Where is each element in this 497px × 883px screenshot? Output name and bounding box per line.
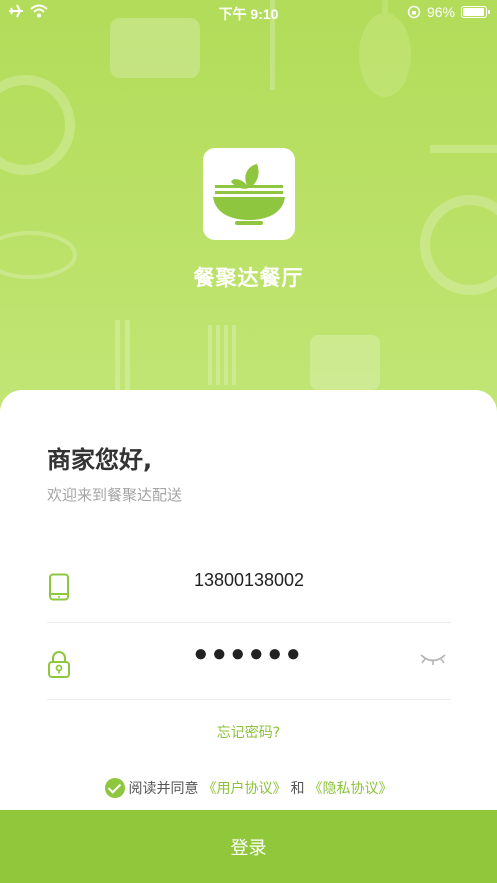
- hero-background: 下午 9:10 96% 餐聚达餐厅: [0, 0, 497, 420]
- agreement-prefix: 阅读并同意: [128, 781, 199, 797]
- greeting-subtitle: 欢迎来到餐聚达配送: [47, 486, 183, 504]
- battery-percent: 96%: [426, 4, 455, 20]
- lock-icon: [48, 651, 70, 678]
- forgot-password-link[interactable]: 忘记密码?: [0, 722, 497, 742]
- eye-closed-icon[interactable]: [419, 652, 447, 666]
- greeting-title: 商家您好,: [47, 446, 153, 474]
- login-button[interactable]: 登录: [0, 810, 497, 883]
- app-logo: [203, 148, 295, 240]
- password-field[interactable]: ●●●●●●: [47, 622, 451, 700]
- agreement-checkbox[interactable]: [104, 778, 125, 798]
- privacy-agreement-link[interactable]: 《隐私协议》: [309, 778, 393, 798]
- status-bar: 下午 9:10 96%: [0, 0, 497, 26]
- phone-field[interactable]: 13800138002: [47, 545, 451, 623]
- login-card: 商家您好, 欢迎来到餐聚达配送 13800138002 ●●●●●● 忘记密码?…: [0, 390, 497, 883]
- noodle-bowl-icon: [213, 164, 285, 225]
- password-input[interactable]: ●●●●●●: [107, 640, 391, 668]
- phone-input[interactable]: 13800138002: [107, 570, 391, 591]
- phone-icon: [49, 573, 69, 601]
- app-name: 餐聚达餐厅: [193, 266, 304, 290]
- battery-icon: [461, 6, 490, 18]
- status-right: 96%: [407, 4, 490, 20]
- agreement-and: 和: [290, 781, 305, 797]
- agreement-row: 阅读并同意 《用户协议》 和 《隐私协议》: [0, 778, 497, 798]
- orientation-lock-icon: [407, 5, 421, 19]
- user-agreement-link[interactable]: 《用户协议》: [203, 778, 287, 798]
- battery-fill: [463, 8, 485, 16]
